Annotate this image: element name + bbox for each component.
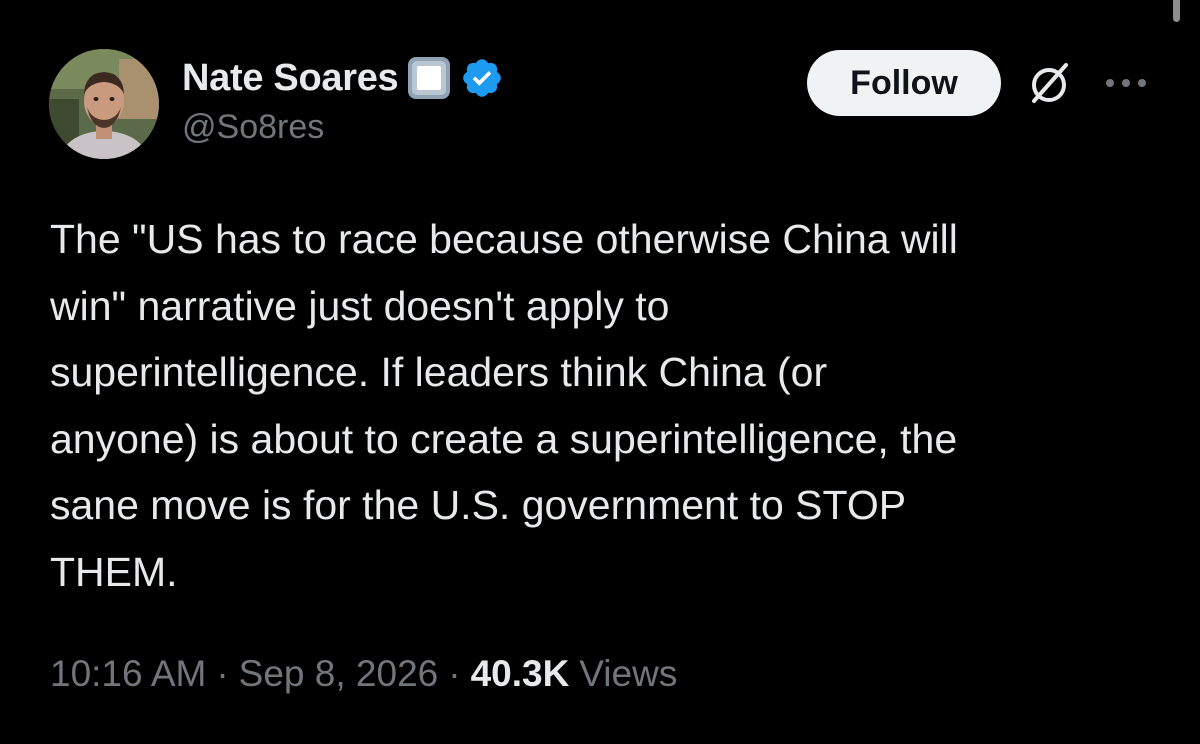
- views-label[interactable]: Views: [579, 653, 677, 695]
- more-options-icon[interactable]: [1103, 76, 1149, 90]
- tweet-meta: 10:16 AM · Sep 8, 2026 · 40.3K Views: [50, 648, 677, 700]
- person-photo-icon: [49, 49, 159, 159]
- meta-separator: ·: [448, 653, 461, 694]
- tweet-date[interactable]: Sep 8, 2026: [239, 653, 439, 695]
- author-name-row: Nate Soares: [182, 54, 504, 102]
- grok-icon[interactable]: [1020, 55, 1078, 113]
- verified-badge-icon[interactable]: [460, 56, 504, 100]
- meta-separator: ·: [216, 653, 229, 694]
- tweet-time[interactable]: 10:16 AM: [50, 653, 206, 695]
- views-count[interactable]: 40.3K: [471, 653, 570, 695]
- author-handle[interactable]: @So8res: [182, 108, 324, 147]
- square-emoji-icon: [406, 55, 452, 101]
- scroll-indicator[interactable]: [1173, 0, 1180, 22]
- follow-button[interactable]: Follow: [807, 50, 1001, 116]
- tweet-text: The "US has to race because otherwise Ch…: [50, 216, 958, 595]
- author-display-name[interactable]: Nate Soares: [182, 57, 399, 100]
- avatar[interactable]: [49, 49, 159, 159]
